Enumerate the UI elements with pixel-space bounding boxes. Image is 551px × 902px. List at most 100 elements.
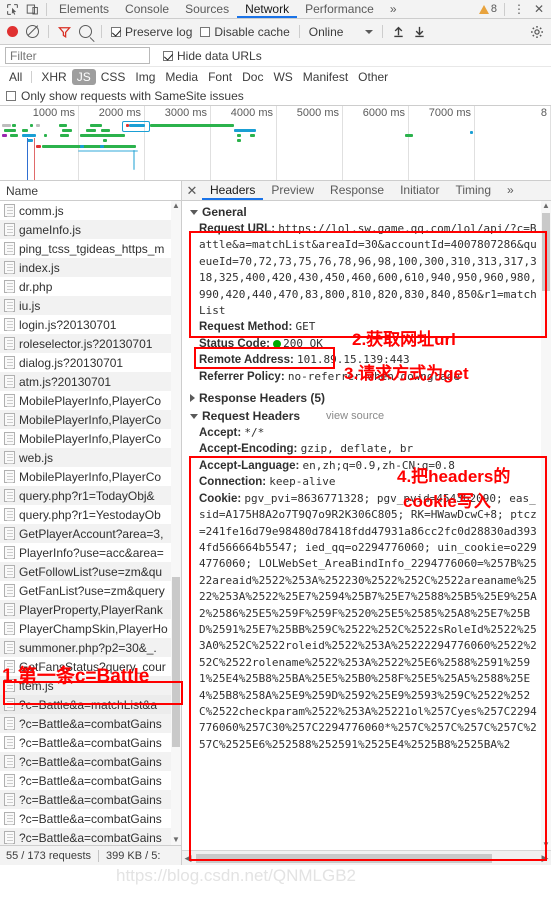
request-row[interactable]: ?c=Battle&a=matchList&a: [0, 695, 181, 714]
type-filter-js[interactable]: JS: [71, 69, 96, 85]
request-row[interactable]: MobilePlayerInfo,PlayerCo: [0, 429, 181, 448]
request-row[interactable]: ?c=Battle&a=combatGains: [0, 809, 181, 828]
request-row[interactable]: ?c=Battle&a=combatGains: [0, 828, 181, 845]
details-body[interactable]: General Request URL: https://lol.sw.game…: [182, 201, 551, 850]
type-filter-ws[interactable]: WS: [268, 69, 297, 85]
close-icon[interactable]: ✕: [529, 1, 549, 18]
tab-preview[interactable]: Preview: [263, 181, 322, 200]
device-toolbar-icon[interactable]: [22, 1, 42, 18]
request-row[interactable]: ?c=Battle&a=combatGains: [0, 733, 181, 752]
preserve-log-checkbox[interactable]: Preserve log: [108, 25, 195, 39]
hide-data-urls-checkbox[interactable]: Hide data URLs: [160, 49, 265, 63]
request-row[interactable]: dr.php: [0, 277, 181, 296]
request-row[interactable]: GetFansStatus?query_cour: [0, 657, 181, 676]
request-row[interactable]: login.js?20130701: [0, 315, 181, 334]
request-name: roleselector.js?20130701: [19, 336, 153, 351]
more-tabs-icon[interactable]: »: [382, 0, 405, 18]
tab-timing[interactable]: Timing: [447, 181, 499, 200]
filter-input[interactable]: [5, 47, 150, 64]
type-filter-other[interactable]: Other: [353, 69, 393, 85]
view-source-link[interactable]: view source: [326, 410, 384, 422]
request-row[interactable]: gameInfo.js: [0, 220, 181, 239]
response-headers-section-header[interactable]: Response Headers (5): [182, 389, 551, 407]
type-filter-img[interactable]: Img: [130, 69, 160, 85]
request-row[interactable]: ?c=Battle&a=combatGains: [0, 790, 181, 809]
tab-network[interactable]: Network: [237, 0, 298, 18]
import-har-button[interactable]: [389, 25, 408, 38]
request-row[interactable]: GetFanList?use=zm&query: [0, 581, 181, 600]
details-close-icon[interactable]: ✕: [182, 182, 202, 200]
request-row[interactable]: GetPlayerAccount?area=3,: [0, 524, 181, 543]
request-row[interactable]: MobilePlayerInfo,PlayerCo: [0, 467, 181, 486]
request-row[interactable]: MobilePlayerInfo,PlayerCo: [0, 391, 181, 410]
triangle-down-icon: [190, 209, 198, 215]
request-row[interactable]: query.php?r1=TodayObj&: [0, 486, 181, 505]
tab-initiator[interactable]: Initiator: [392, 181, 447, 200]
request-row[interactable]: roleselector.js?20130701: [0, 334, 181, 353]
hscroll-left-arrow-icon[interactable]: ◀: [182, 853, 194, 864]
clear-button[interactable]: [23, 25, 42, 38]
details-more-tabs-icon[interactable]: »: [499, 181, 522, 200]
search-button[interactable]: [76, 25, 95, 38]
request-list[interactable]: comm.js gameInfo.js ping_tcss_tgideas_http…: [0, 201, 181, 845]
request-row[interactable]: ?c=Battle&a=combatGains: [0, 752, 181, 771]
type-filter-doc[interactable]: Doc: [237, 69, 268, 85]
warning-indicator[interactable]: 8: [478, 3, 500, 15]
filter-button[interactable]: [55, 26, 74, 38]
inspect-element-icon[interactable]: [2, 1, 22, 18]
request-row[interactable]: index.js: [0, 258, 181, 277]
request-row[interactable]: iu.js: [0, 296, 181, 315]
details-horizontal-scrollbar[interactable]: ◀ ▶: [182, 850, 551, 865]
triangle-right-icon: [190, 394, 195, 403]
type-filter-css[interactable]: CSS: [96, 69, 131, 85]
hscroll-right-arrow-icon[interactable]: ▶: [539, 853, 551, 864]
type-filter-xhr[interactable]: XHR: [36, 69, 71, 85]
request-row[interactable]: web.js: [0, 448, 181, 467]
network-overview-timeline[interactable]: 1000 ms 2000 ms 3000 ms 4000 ms 5000 ms …: [0, 106, 551, 181]
request-row[interactable]: ping_tcss_tgideas_https_m: [0, 239, 181, 258]
request-headers-section-header[interactable]: Request Headers view source: [182, 407, 551, 425]
throttling-dropdown[interactable]: Online: [306, 25, 377, 39]
samesite-filter-row[interactable]: Only show requests with SameSite issues: [0, 87, 551, 106]
request-row[interactable]: dialog.js?20130701: [0, 353, 181, 372]
scroll-down-arrow-icon[interactable]: ▼: [172, 836, 180, 844]
general-section-header[interactable]: General: [182, 203, 551, 221]
request-row[interactable]: PlayerChampSkin,PlayerHo: [0, 619, 181, 638]
export-har-button[interactable]: [410, 25, 429, 38]
request-row[interactable]: atm.js?20130701: [0, 372, 181, 391]
request-row[interactable]: item.js: [0, 676, 181, 695]
type-filter-manifest[interactable]: Manifest: [298, 69, 353, 85]
details-scroll-thumb[interactable]: [542, 213, 550, 291]
disable-cache-checkbox[interactable]: Disable cache: [197, 25, 292, 39]
kebab-menu-icon[interactable]: ⋮: [509, 1, 529, 18]
tab-sources[interactable]: Sources: [177, 0, 237, 18]
request-row[interactable]: comm.js: [0, 201, 181, 220]
request-row[interactable]: GetFollowList?use=zm&qu: [0, 562, 181, 581]
request-list-scroll-thumb[interactable]: [172, 577, 180, 747]
header-accept-encoding: Accept-Encoding: gzip, deflate, br: [182, 441, 551, 457]
settings-gear-button[interactable]: [527, 25, 547, 39]
type-filter-media[interactable]: Media: [160, 69, 203, 85]
tab-console[interactable]: Console: [117, 0, 177, 18]
tab-elements[interactable]: Elements: [51, 0, 117, 18]
request-row[interactable]: summoner.php?p2=30&_.: [0, 638, 181, 657]
request-row[interactable]: PlayerProperty,PlayerRank: [0, 600, 181, 619]
request-row[interactable]: query.php?r1=YestodayOb: [0, 505, 181, 524]
request-row[interactable]: MobilePlayerInfo,PlayerCo: [0, 410, 181, 429]
scroll-up-arrow-icon[interactable]: ▲: [172, 202, 180, 210]
request-list-scrollbar[interactable]: ▲ ▼: [171, 201, 181, 845]
request-row[interactable]: ?c=Battle&a=combatGains: [0, 714, 181, 733]
type-filter-all[interactable]: All: [4, 69, 27, 85]
tab-response[interactable]: Response: [322, 181, 392, 200]
details-hscroll-thumb[interactable]: [196, 854, 492, 863]
record-button[interactable]: [4, 26, 21, 37]
request-row[interactable]: ?c=Battle&a=combatGains: [0, 771, 181, 790]
tab-headers[interactable]: Headers: [202, 181, 264, 200]
details-scrollbar[interactable]: ▲ ▼: [541, 201, 551, 850]
type-filter-font[interactable]: Font: [203, 69, 237, 85]
request-row[interactable]: PlayerInfo?use=acc&area=: [0, 543, 181, 562]
tab-performance[interactable]: Performance: [297, 0, 382, 18]
details-scroll-up-arrow-icon[interactable]: ▲: [542, 202, 550, 210]
details-scroll-down-arrow-icon[interactable]: ▼: [542, 841, 550, 849]
request-list-column-header[interactable]: Name: [0, 181, 181, 201]
